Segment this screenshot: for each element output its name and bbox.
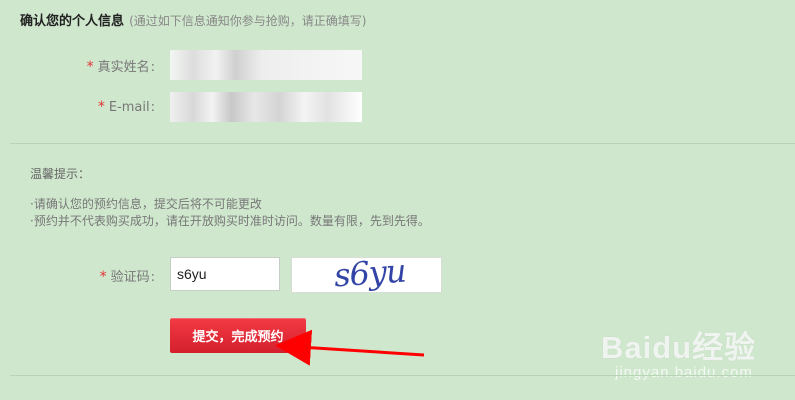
captcha-image-text: s6yu <box>332 257 407 293</box>
name-field[interactable] <box>170 50 362 80</box>
email-row: * E-mail: <box>0 92 155 122</box>
name-row: * 真实姓名: <box>0 50 155 80</box>
required-mark: * <box>99 268 107 285</box>
captcha-input[interactable] <box>170 257 280 291</box>
captcha-image[interactable]: s6yu <box>291 257 442 293</box>
tip-line-2: ·预约并不代表购买成功，请在开放购买时准时访问。数量有限，先到先得。 <box>30 214 430 228</box>
watermark: Baidu经验 jingyan.baidu.com <box>595 310 775 390</box>
section-note: (通过如下信息通知你参与抢购，请正确填写) <box>129 14 367 28</box>
section-header: 确认您的个人信息 (通过如下信息通知你参与抢购，请正确填写) <box>20 10 366 29</box>
required-mark: * <box>86 58 94 75</box>
email-label: * E-mail: <box>97 99 155 115</box>
submit-button[interactable]: 提交，完成预约 <box>170 318 306 353</box>
captcha-row: * 验证码: <box>0 257 155 293</box>
section-divider <box>10 143 795 144</box>
tip-line-1: ·请确认您的预约信息，提交后将不可能更改 <box>30 197 262 211</box>
bottom-divider <box>10 375 795 376</box>
watermark-url: jingyan.baidu.com <box>615 364 753 381</box>
tips-title: 温馨提示： <box>30 167 91 181</box>
email-field[interactable] <box>170 92 362 122</box>
section-title: 确认您的个人信息 <box>20 14 125 29</box>
required-mark: * <box>97 99 105 115</box>
watermark-brand: Baidu经验 <box>601 330 757 365</box>
name-label: * 真实姓名: <box>86 58 155 75</box>
captcha-label: * 验证码: <box>99 268 155 285</box>
